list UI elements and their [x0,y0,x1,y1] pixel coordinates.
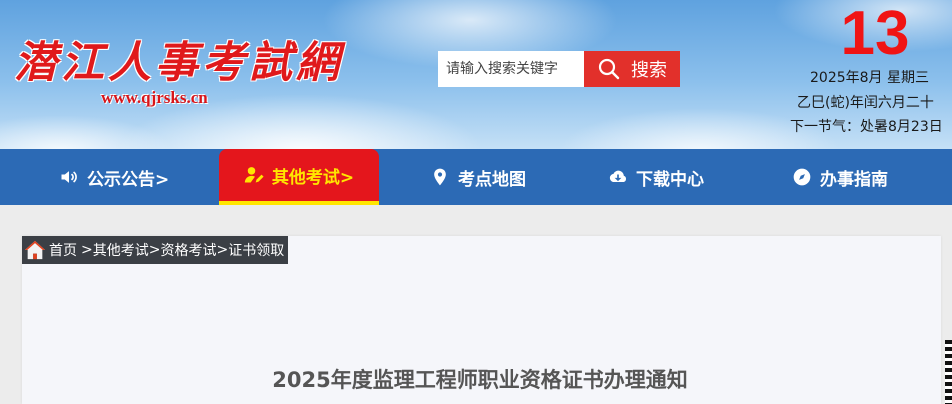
site-logo-title[interactable]: 潜江人事考試網 [14,28,343,90]
nav-item-label: 考点地图 [458,169,526,190]
nav-item-downloads[interactable]: 下载中心 [608,149,704,205]
breadcrumb-item-other-exams[interactable]: 其他考试 [93,240,149,260]
cloud-download-icon [609,170,627,182]
breadcrumb: 首页 > 其他考试 > 资格考试 > 证书领取 [22,236,289,264]
search-button-label: 搜索 [631,60,667,81]
search-input[interactable] [438,51,584,87]
nav-item-guide[interactable]: 办事指南 [792,149,888,205]
breadcrumb-separator: > [81,242,93,258]
nav-item-label: 公示公告> [87,169,170,190]
home-icon [24,240,46,260]
site-header: 潜江人事考試網 www.qjrsks.cn 搜索 13 2025年8月 星期三 … [0,0,952,149]
site-logo-url[interactable]: www.qjrsks.cn [101,88,208,108]
breadcrumb-item-qualification[interactable]: 资格考试 [160,240,216,260]
nav-item-exam-map[interactable]: 考点地图 [430,149,526,205]
date-lunar: 乙巳(蛇)年闰六月二十 [797,95,934,111]
speaker-icon [61,171,77,183]
search-icon [598,58,620,80]
breadcrumb-home[interactable]: 首页 [49,240,77,260]
article-title: 2025年度监理工程师职业资格证书办理通知 [272,368,688,392]
nav-item-other-exams[interactable]: 其他考试> [219,149,379,205]
user-edit-icon [244,167,264,183]
breadcrumb-separator: > [216,242,229,258]
nav-item-announcements[interactable]: 公示公告> [59,149,169,205]
nav-item-label: 其他考试> [271,167,355,188]
date-day: 13 [840,0,910,68]
search-button[interactable]: 搜索 [584,51,680,87]
main-nav: 公示公告> 其他考试> 考点地图 下载中心 办事指南 [0,149,952,205]
nav-item-label: 办事指南 [820,169,888,190]
qr-code-edge[interactable] [945,340,952,404]
breadcrumb-separator: > [148,242,161,258]
map-pin-icon [434,168,446,186]
date-solar-term: 下一节气：处暑8月23日 [790,119,943,135]
compass-icon [793,168,811,186]
breadcrumb-item-certificate[interactable]: 证书领取 [228,240,284,260]
nav-item-label: 下载中心 [636,169,704,190]
date-month-weekday: 2025年8月 星期三 [810,70,929,86]
